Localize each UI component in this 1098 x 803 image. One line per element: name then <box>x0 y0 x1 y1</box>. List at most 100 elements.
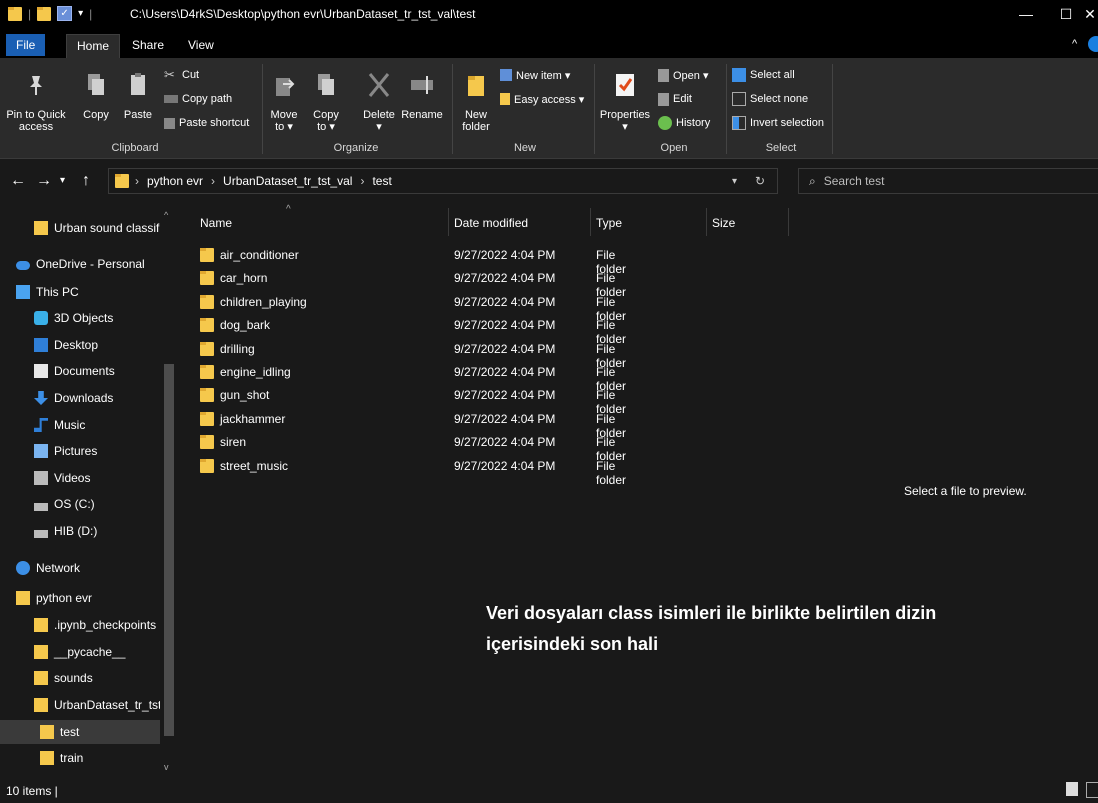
table-row[interactable]: siren 9/27/2022 4:04 PM File folder <box>200 431 626 463</box>
properties-button[interactable]: Properties ▾ <box>598 70 652 133</box>
column-header-date[interactable]: Date modified <box>454 216 528 230</box>
history-icon <box>658 116 672 130</box>
sidebar-item[interactable]: .ipynb_checkpoints <box>0 613 160 637</box>
table-row[interactable]: air_conditioner 9/27/2022 4:04 PM File fol… <box>200 244 626 276</box>
folder-icon <box>34 618 48 632</box>
table-row[interactable]: street_music 9/27/2022 4:04 PM File folder <box>200 455 626 487</box>
copy-button[interactable]: Copy <box>78 70 114 121</box>
sidebar-item[interactable]: OS (C:) <box>0 492 160 516</box>
refresh-icon[interactable]: ↻ <box>755 174 765 188</box>
customize-toolbar-icon[interactable]: ▾ <box>78 8 83 19</box>
open-button[interactable]: Open ▾ <box>658 66 709 84</box>
column-divider[interactable] <box>706 208 707 236</box>
sidebar-item-label: python evr <box>36 591 93 605</box>
scroll-down-icon[interactable]: v <box>164 762 169 772</box>
sidebar-item[interactable]: OneDrive - Personal <box>0 252 160 276</box>
sidebar-item[interactable]: Music <box>0 413 160 437</box>
file-name: engine_idling <box>220 365 291 379</box>
sidebar-item[interactable]: Desktop <box>0 333 160 357</box>
table-row[interactable]: children_playing 9/27/2022 4:04 PM File fo… <box>200 291 626 323</box>
tab-home[interactable]: Home <box>66 34 121 59</box>
paste-shortcut-button[interactable]: Paste shortcut <box>164 114 249 132</box>
large-icons-view-icon[interactable] <box>1086 782 1098 798</box>
invert-selection-button[interactable]: Invert selection <box>732 114 824 132</box>
recent-locations-chevron-icon[interactable]: ▾ <box>60 175 65 186</box>
copy-path-button[interactable]: Copy path <box>164 90 232 108</box>
address-dropdown-icon[interactable]: ▾ <box>732 176 737 187</box>
search-input[interactable]: ⌕ Search test <box>798 168 1098 194</box>
column-header-name[interactable]: Name <box>200 216 232 230</box>
breadcrumb-test[interactable]: test <box>372 174 391 188</box>
new-item-button[interactable]: New item ▾ <box>500 66 570 84</box>
paste-shortcut-label: Paste shortcut <box>179 117 250 129</box>
column-header-size[interactable]: Size <box>712 216 735 230</box>
sidebar-item[interactable]: Pictures <box>0 439 160 463</box>
sidebar-item[interactable]: Videos <box>0 466 160 490</box>
properties-check-icon[interactable]: ✓ <box>57 6 73 21</box>
new-folder-button[interactable]: New folder <box>458 70 494 133</box>
scroll-up-icon[interactable]: ^ <box>164 210 168 220</box>
sidebar-item[interactable]: Urban sound classifi <box>0 216 160 240</box>
cut-button[interactable]: ✂ Cut <box>164 66 199 84</box>
back-arrow-icon[interactable]: ← <box>10 172 26 190</box>
sidebar-item[interactable]: python evr <box>0 586 160 610</box>
up-arrow-icon[interactable]: ↑ <box>82 172 90 190</box>
new-folder-icon[interactable] <box>37 6 52 21</box>
close-button[interactable]: ✕ <box>1070 3 1098 25</box>
rename-button[interactable]: Rename <box>398 70 446 121</box>
copy-to-button[interactable]: Copy to ▾ <box>310 70 342 133</box>
column-divider[interactable] <box>590 208 591 236</box>
forward-arrow-icon[interactable]: → <box>36 172 52 190</box>
search-icon: ⌕ <box>809 173 816 188</box>
sidebar-item[interactable]: This PC <box>0 280 160 304</box>
file-name: gun_shot <box>220 388 270 403</box>
nav-scrollbar-thumb[interactable] <box>164 364 174 736</box>
table-row[interactable]: dog_bark 9/27/2022 4:04 PM File folder <box>200 314 626 346</box>
pin-to-quick-access-button[interactable]: Pin to Quick access <box>0 70 72 133</box>
tab-share[interactable]: Share <box>128 36 168 56</box>
folder-icon <box>200 341 214 356</box>
breadcrumb-urbandataset[interactable]: UrbanDataset_tr_tst_val <box>223 174 352 188</box>
tab-view[interactable]: View <box>184 36 218 56</box>
downloads-icon <box>34 391 48 405</box>
paste-button[interactable]: Paste <box>120 70 156 121</box>
sidebar-item[interactable]: UrbanDataset_tr_tst_ <box>0 693 160 717</box>
table-row[interactable]: jackhammer 9/27/2022 4:04 PM File folder <box>200 408 626 440</box>
sidebar-item[interactable]: Downloads <box>0 386 160 410</box>
column-divider[interactable] <box>448 208 449 236</box>
column-header-type[interactable]: Type <box>596 216 622 230</box>
rename-label: Rename <box>401 109 443 121</box>
sidebar-item[interactable]: train <box>0 746 160 770</box>
delete-button[interactable]: Delete ▾ <box>358 70 400 133</box>
sidebar-item[interactable]: sounds <box>0 666 160 690</box>
table-row[interactable]: gun_shot 9/27/2022 4:04 PM File folder <box>200 384 626 416</box>
sidebar-item[interactable]: HIB (D:) <box>0 519 160 543</box>
copy-icon <box>88 74 104 95</box>
scissors-icon: ✂ <box>164 67 175 82</box>
move-to-button[interactable]: Move to ▾ <box>268 70 300 133</box>
collapse-ribbon-icon[interactable]: ^ <box>1072 38 1077 50</box>
address-bar[interactable]: › python evr › UrbanDataset_tr_tst_val ›… <box>108 168 778 194</box>
table-row[interactable]: engine_idling 9/27/2022 4:04 PM File folde… <box>200 361 626 393</box>
sidebar-item[interactable]: 3D Objects <box>0 306 160 330</box>
select-none-button[interactable]: Select none <box>732 90 808 108</box>
sidebar-item[interactable]: __pycache__ <box>0 640 160 664</box>
details-view-icon[interactable] <box>1066 782 1078 796</box>
help-icon[interactable] <box>1088 36 1098 52</box>
separator: | <box>28 6 32 21</box>
edit-button[interactable]: Edit <box>658 90 692 108</box>
table-row[interactable]: car_horn 9/27/2022 4:04 PM File folder <box>200 267 626 299</box>
table-row[interactable]: drilling 9/27/2022 4:04 PM File folder <box>200 338 626 370</box>
minimize-button[interactable]: — <box>1006 3 1046 25</box>
sidebar-item[interactable]: test <box>0 720 160 744</box>
tab-file[interactable]: File <box>6 34 46 56</box>
easy-access-button[interactable]: Easy access ▾ <box>500 90 584 108</box>
select-all-button[interactable]: Select all <box>732 66 795 84</box>
properties-label-2: ▾ <box>622 121 628 133</box>
sidebar-item[interactable]: Documents <box>0 359 160 383</box>
group-label-open: Open <box>660 142 688 154</box>
column-divider[interactable] <box>788 208 789 236</box>
history-button[interactable]: History <box>658 114 710 132</box>
breadcrumb-python-evr[interactable]: python evr <box>147 174 203 188</box>
sidebar-item[interactable]: Network <box>0 556 160 580</box>
